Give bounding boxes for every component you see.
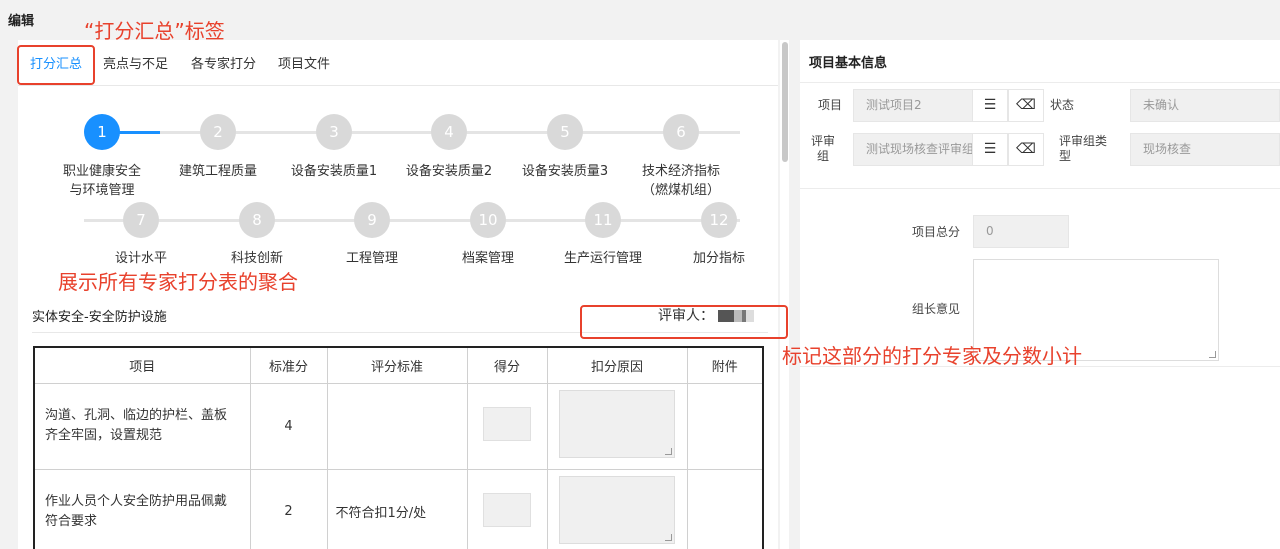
list-icon[interactable]: ☰ (972, 133, 1008, 166)
score-input[interactable] (483, 492, 531, 527)
row-item: 作业人员个人安全防护用品佩戴符合要求 (33, 468, 251, 549)
row-standard-score: 2 (249, 468, 328, 549)
col-header-attachment: 附件 (686, 346, 764, 384)
step-6[interactable]: 6 (663, 114, 699, 150)
step-1[interactable]: 1 (84, 114, 120, 150)
row-criteria: 不符合扣1分/处 (326, 468, 468, 549)
eraser-icon[interactable]: ⌫ (1008, 133, 1044, 166)
tab-bar: 打分汇总 亮点与不足 各专家打分 项目文件 (18, 40, 778, 86)
tab-expert-scores[interactable]: 各专家打分 (191, 53, 256, 72)
table-header-row: 项目 标准分 评分标准 得分 扣分原因 附件 (33, 346, 764, 384)
step-1-label: 职业健康安全 与环境管理 (62, 164, 141, 198)
leader-opinion-label: 组长意见 (911, 302, 960, 316)
window-title: 编辑 (8, 14, 35, 29)
step-12[interactable]: 12 (701, 202, 737, 238)
review-group-type-label: 评审组类 型 (1059, 134, 1108, 163)
total-score-field[interactable]: 0 (973, 215, 1069, 248)
divider (800, 188, 1280, 189)
annotation-box-reviewer (580, 305, 788, 339)
row-criteria (326, 382, 468, 470)
section-title: 实体安全-安全防护设施 (32, 310, 167, 325)
row-score-cell (466, 468, 548, 549)
step-2-label: 建筑工程质量 (178, 164, 257, 179)
review-group-field[interactable]: 测试现场核查评审组 (853, 133, 973, 166)
status-field[interactable]: 未确认 (1130, 89, 1280, 122)
left-panel-scrollbar[interactable] (780, 40, 789, 549)
score-table: 项目 标准分 评分标准 得分 扣分原因 附件 沟道、孔洞、临边的护栏、盖板齐全牢… (33, 346, 764, 549)
deduction-reason-textarea[interactable] (559, 390, 675, 458)
review-group-type-field[interactable]: 现场核查 (1130, 133, 1280, 166)
table-row: 沟道、孔洞、临边的护栏、盖板齐全牢固，设置规范 4 (33, 382, 764, 470)
step-3-label: 设备安装质量1 (290, 164, 378, 179)
row-standard-score: 4 (249, 382, 328, 470)
annotation-box-tab (17, 45, 95, 85)
step-11-label: 生产运行管理 (563, 251, 642, 266)
row-attachment-cell[interactable] (686, 468, 764, 549)
total-score-label: 项目总分 (911, 225, 960, 239)
deduction-reason-textarea[interactable] (559, 475, 675, 544)
project-field[interactable]: 测试项目2 (853, 89, 973, 122)
step-3[interactable]: 3 (316, 114, 352, 150)
step-10[interactable]: 10 (470, 202, 506, 238)
step-12-label: 加分指标 (692, 251, 745, 266)
step-9-label: 工程管理 (345, 251, 398, 266)
annotation-reviewer-note: 标记这部分的打分专家及分数小计 (782, 344, 1082, 368)
step-6-label: 技术经济指标 （燃煤机组） (641, 164, 720, 198)
row-attachment-cell[interactable] (686, 382, 764, 470)
col-header-standard-score: 标准分 (249, 346, 328, 384)
col-header-score: 得分 (466, 346, 548, 384)
step-7[interactable]: 7 (123, 202, 159, 238)
scrollbar-thumb[interactable] (782, 42, 788, 162)
table-row: 作业人员个人安全防护用品佩戴符合要求 2 不符合扣1分/处 (33, 468, 764, 549)
row-score-cell (466, 382, 548, 470)
status-label: 状态 (1050, 98, 1075, 112)
step-4[interactable]: 4 (431, 114, 467, 150)
annotation-tab-note: “打分汇总”标签 (84, 19, 225, 43)
step-11[interactable]: 11 (585, 202, 621, 238)
tab-project-files[interactable]: 项目文件 (278, 53, 330, 72)
col-header-criteria: 评分标准 (326, 346, 468, 384)
row-item: 沟道、孔洞、临边的护栏、盖板齐全牢固，设置规范 (33, 382, 251, 470)
tab-highlights[interactable]: 亮点与不足 (103, 53, 168, 72)
step-4-label: 设备安装质量2 (405, 164, 493, 179)
col-header-deduction-reason: 扣分原因 (546, 346, 688, 384)
step-5[interactable]: 5 (547, 114, 583, 150)
steps-track-row1 (84, 131, 740, 134)
step-5-label: 设备安装质量3 (521, 164, 609, 179)
project-info-panel: 项目基本信息 项目 测试项目2 ☰ ⌫ 状态 未确认 评审 组 测试现场核查评审… (800, 40, 1280, 549)
steps-track-row2 (84, 219, 740, 222)
score-input[interactable] (483, 407, 531, 441)
col-header-item: 项目 (33, 346, 251, 384)
row-reason-cell (546, 468, 688, 549)
project-label: 项目 (817, 98, 842, 112)
divider (800, 82, 1280, 83)
eraser-icon[interactable]: ⌫ (1008, 89, 1044, 122)
list-icon[interactable]: ☰ (972, 89, 1008, 122)
step-9[interactable]: 9 (354, 202, 390, 238)
step-10-label: 档案管理 (461, 251, 514, 266)
annotation-steps-note: 展示所有专家打分表的聚合 (58, 270, 298, 294)
project-info-title: 项目基本信息 (809, 56, 888, 71)
review-group-label: 评审 组 (810, 134, 835, 163)
row-reason-cell (546, 382, 688, 470)
step-8[interactable]: 8 (239, 202, 275, 238)
step-2[interactable]: 2 (200, 114, 236, 150)
